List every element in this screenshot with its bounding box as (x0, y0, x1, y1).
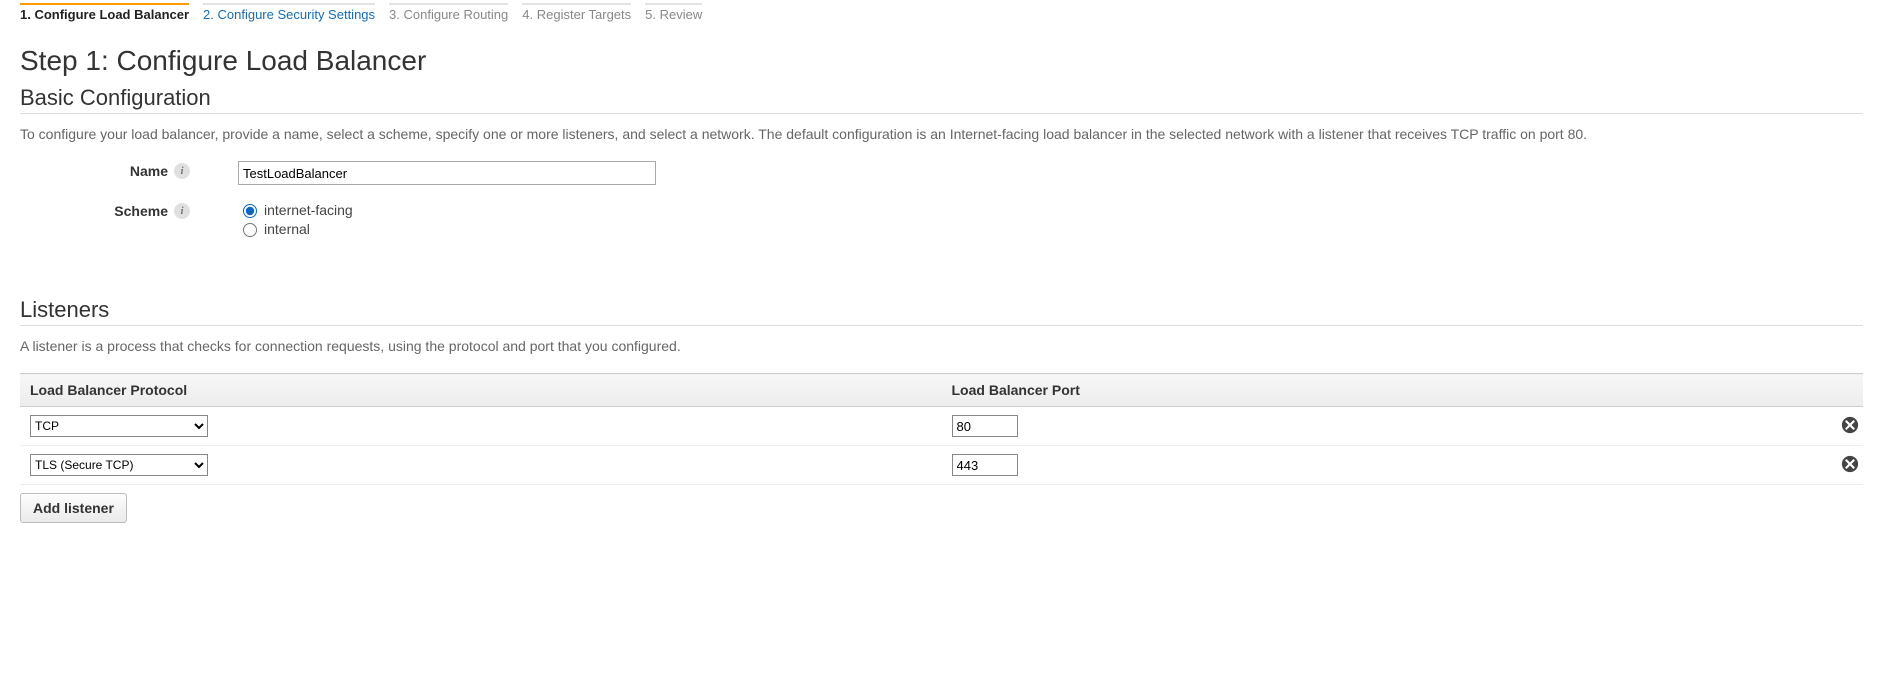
scheme-label: Scheme (114, 203, 168, 219)
basic-config-heading: Basic Configuration (20, 85, 1863, 114)
info-icon[interactable]: i (174, 203, 190, 219)
scheme-row: Scheme i internet-facing internal (20, 201, 1863, 239)
delete-listener-icon[interactable] (1841, 455, 1859, 473)
wizard-step-5[interactable]: 5. Review (645, 3, 702, 27)
page-title: Step 1: Configure Load Balancer (20, 45, 1863, 77)
listeners-heading: Listeners (20, 297, 1863, 326)
scheme-option-internet-facing[interactable]: internet-facing (238, 201, 353, 218)
name-row: Name i (20, 161, 1863, 185)
name-label: Name (130, 163, 168, 179)
info-icon[interactable]: i (174, 163, 190, 179)
protocol-select[interactable]: TCP (30, 415, 208, 437)
scheme-option-internal[interactable]: internal (238, 220, 353, 237)
listeners-description: A listener is a process that checks for … (20, 336, 1863, 357)
basic-config-description: To configure your load balancer, provide… (20, 124, 1863, 145)
wizard-step-4[interactable]: 4. Register Targets (522, 3, 631, 27)
wizard-step-1[interactable]: 1. Configure Load Balancer (20, 3, 189, 27)
port-input[interactable] (952, 415, 1018, 437)
listener-row: TLS (Secure TCP) (20, 446, 1863, 485)
scheme-option-label: internet-facing (264, 202, 353, 218)
scheme-radio-internet-facing[interactable] (243, 204, 257, 218)
listeners-table: Load Balancer Protocol Load Balancer Por… (20, 373, 1863, 485)
wizard-step-3[interactable]: 3. Configure Routing (389, 3, 508, 27)
add-listener-button[interactable]: Add listener (20, 493, 127, 523)
listener-row: TCP (20, 407, 1863, 446)
delete-listener-icon[interactable] (1841, 416, 1859, 434)
listeners-col-protocol: Load Balancer Protocol (20, 374, 942, 407)
name-input[interactable] (238, 161, 656, 185)
listeners-col-port: Load Balancer Port (942, 374, 1814, 407)
scheme-option-label: internal (264, 221, 310, 237)
wizard-steps: 1. Configure Load Balancer 2. Configure S… (20, 0, 1863, 27)
protocol-select[interactable]: TLS (Secure TCP) (30, 454, 208, 476)
wizard-step-2[interactable]: 2. Configure Security Settings (203, 3, 375, 27)
scheme-radio-internal[interactable] (243, 223, 257, 237)
port-input[interactable] (952, 454, 1018, 476)
